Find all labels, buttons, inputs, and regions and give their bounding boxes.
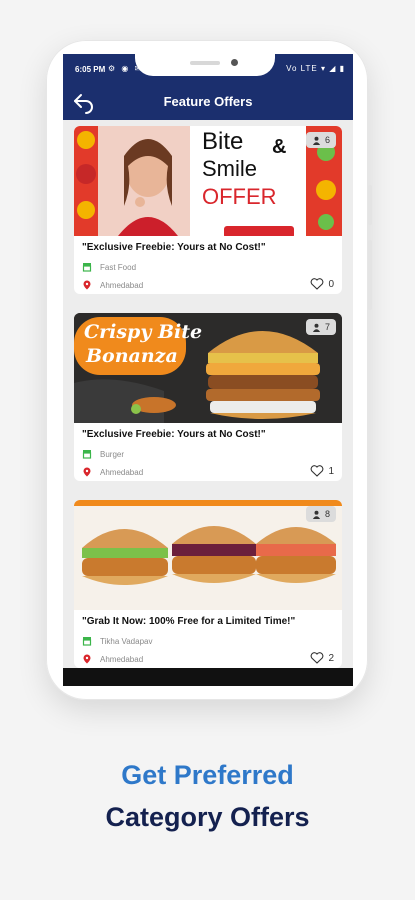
- phone-side-button: [368, 240, 372, 310]
- offer-banner-image: Crispy Bite Bonanza: [74, 313, 342, 423]
- app-bar: Feature Offers: [63, 84, 353, 120]
- camera-icon: [231, 59, 238, 66]
- offer-category: Burger: [82, 449, 124, 459]
- offer-banner-image: Bite & Smile OFFER: [74, 126, 342, 236]
- people-count-badge: 7: [305, 319, 336, 335]
- location-label: Ahmedabad: [100, 467, 144, 477]
- like-button[interactable]: 2: [310, 652, 334, 664]
- banner-headline-ampersand: &: [272, 136, 287, 158]
- phone-notch: [135, 54, 275, 76]
- offer-location: Ahmedabad: [82, 467, 143, 477]
- promo-headline-line2: Category Offers: [105, 802, 310, 832]
- promo-headline-line1: Get Preferred: [121, 760, 294, 790]
- offer-title: "Exclusive Freebie: Yours at No Cost!": [82, 242, 266, 253]
- status-bar: 6:05 PM ⚙ ◉ ✉ ⊟ Vo LTE ▾ ◢ ▮: [63, 54, 353, 84]
- vadapav-banner-art: [74, 500, 342, 610]
- store-icon: [82, 637, 92, 646]
- phone-side-button: [368, 185, 372, 225]
- like-count: 0: [328, 278, 334, 290]
- like-button[interactable]: 0: [310, 278, 334, 290]
- offer-title: "Exclusive Freebie: Yours at No Cost!": [82, 429, 266, 440]
- status-icons-right: Vo LTE ▾ ◢ ▮: [286, 64, 345, 73]
- offer-category: Fast Food: [82, 262, 136, 272]
- location-label: Ahmedabad: [100, 280, 144, 290]
- offer-card[interactable]: Bite & Smile OFFER 6 "Exclusive Freebie:…: [74, 126, 342, 294]
- offer-card[interactable]: 8 "Grab It Now: 100% Free for a Limited …: [74, 500, 342, 668]
- phone-screen: 6:05 PM ⚙ ◉ ✉ ⊟ Vo LTE ▾ ◢ ▮ Feature Off…: [63, 54, 353, 686]
- location-pin-icon: [83, 467, 91, 477]
- like-count: 1: [328, 465, 334, 477]
- heart-icon: [311, 278, 324, 290]
- banner-headline-smile: Smile: [202, 156, 258, 181]
- speaker-grille: [190, 61, 220, 65]
- people-count: 7: [324, 322, 330, 332]
- store-icon: [82, 263, 92, 272]
- category-label: Burger: [100, 449, 125, 459]
- person-icon: [312, 136, 321, 145]
- offer-banner-image: [74, 500, 342, 610]
- like-button[interactable]: 1: [310, 465, 334, 477]
- heart-icon: [311, 652, 324, 664]
- system-navigation-bar: [63, 668, 353, 686]
- like-count: 2: [328, 652, 334, 664]
- people-count: 8: [324, 509, 330, 519]
- people-count-badge: 6: [305, 132, 336, 148]
- offer-category: Tikha Vadapav: [82, 636, 152, 646]
- offer-location: Ahmedabad: [82, 280, 143, 290]
- category-label: Fast Food: [100, 262, 137, 272]
- category-label: Tikha Vadapav: [100, 636, 153, 646]
- page-title: Feature Offers: [163, 94, 253, 109]
- people-count-badge: 8: [305, 506, 336, 522]
- offer-location: Ahmedabad: [82, 654, 143, 664]
- status-time: 6:05 PM: [75, 65, 106, 74]
- banner-headline-bite: Bite: [202, 128, 244, 155]
- person-icon: [312, 510, 321, 519]
- heart-icon: [311, 465, 324, 477]
- banner-headline-bonanza: Bonanza: [86, 345, 178, 367]
- person-icon: [312, 323, 321, 332]
- offer-card[interactable]: Crispy Bite Bonanza 7 "Exclusive Freebie…: [74, 313, 342, 481]
- offer-title: "Grab It Now: 100% Free for a Limited Ti…: [82, 616, 296, 627]
- location-label: Ahmedabad: [100, 654, 144, 664]
- banner-headline-offer: OFFER: [202, 184, 277, 209]
- banner-headline-crispy: Crispy Bite: [84, 321, 203, 343]
- location-pin-icon: [83, 654, 91, 664]
- store-icon: [82, 450, 92, 459]
- location-pin-icon: [83, 280, 91, 290]
- people-count: 6: [324, 135, 330, 145]
